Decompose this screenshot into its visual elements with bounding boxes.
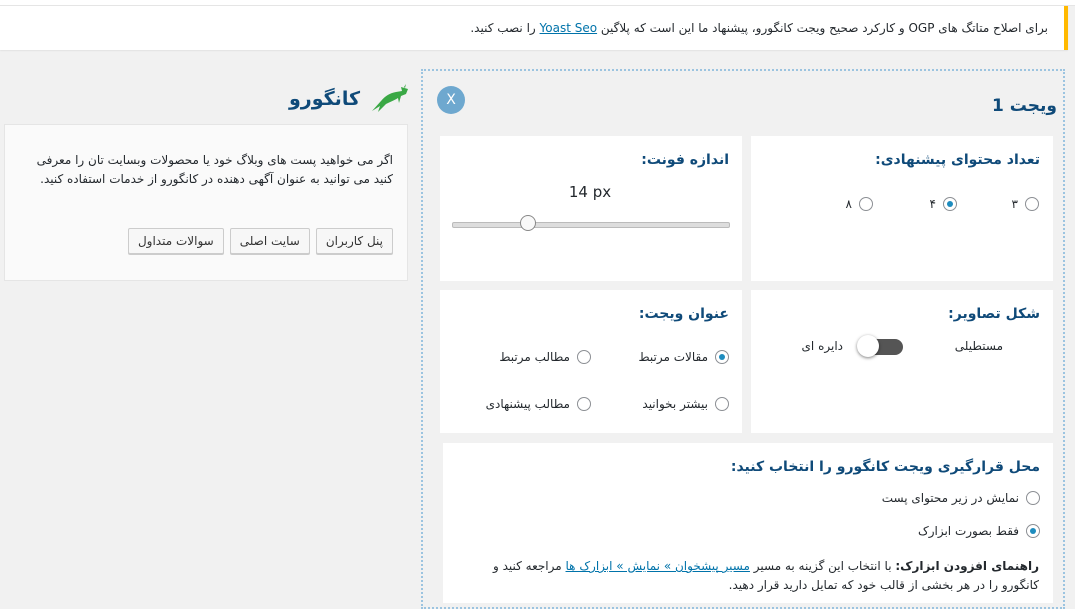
kangaroo-icon bbox=[372, 84, 408, 112]
count-option-4[interactable]: ۴ bbox=[930, 197, 957, 211]
placement-label-widget-only: فقط بصورت ابزارک bbox=[917, 524, 1019, 538]
count-label-8: ۸ bbox=[845, 197, 852, 211]
notice-text-before: برای اصلاح متاتگ های OGP و کارکرد صحیح و… bbox=[600, 21, 1048, 35]
main-site-button[interactable]: سایت اصلی bbox=[229, 228, 310, 254]
heading-option-suggested[interactable]: مطالب پیشنهادی bbox=[486, 397, 591, 411]
guide-path-link[interactable]: مسیر پیشخوان » نمایش » ابزارک ها bbox=[566, 559, 750, 573]
guide-text-1: با انتخاب این گزینه به مسیر bbox=[753, 559, 892, 573]
image-shape-toggle[interactable] bbox=[857, 335, 903, 357]
count-option-8[interactable]: ۸ bbox=[846, 197, 873, 211]
count-radio-3[interactable] bbox=[1025, 197, 1039, 211]
image-shape-card: شکل تصاویر: مستطیلی دایره ای bbox=[751, 290, 1053, 433]
placement-option-widget-only[interactable]: فقط بصورت ابزارک bbox=[918, 524, 1040, 538]
count-label-4: ۴ bbox=[929, 197, 936, 211]
image-shape-title: شکل تصاویر: bbox=[948, 306, 1040, 322]
heading-option-related-posts[interactable]: مطالب مرتبط bbox=[499, 350, 591, 364]
heading-label-read-more: بیشتر بخوانید bbox=[642, 397, 708, 411]
placement-radio-below-post[interactable] bbox=[1026, 491, 1040, 505]
close-widget-button[interactable]: X bbox=[437, 86, 465, 114]
heading-radio-related-articles[interactable] bbox=[715, 350, 729, 364]
widget-heading-card: عنوان ویجت: مقالات مرتبط مطالب مرتبط بیش… bbox=[440, 290, 742, 433]
promo-buttons: پنل کاربران سایت اصلی سوالات متداول bbox=[127, 228, 393, 254]
count-radio-4[interactable] bbox=[943, 197, 957, 211]
placement-card: محل قرارگیری ویجت کانگورو را انتخاب کنید… bbox=[443, 443, 1053, 603]
toggle-knob bbox=[857, 335, 879, 357]
shape-rect-label: مستطیلی bbox=[954, 339, 1003, 353]
placement-label-below-post: نمایش در زیر محتوای پست bbox=[881, 491, 1019, 505]
promo-card: اگر می خواهید پست های وبلاگ خود یا محصول… bbox=[4, 124, 408, 281]
count-title: تعداد محتوای پیشنهادی: bbox=[875, 152, 1040, 168]
count-card: تعداد محتوای پیشنهادی: ۳ ۴ ۸ bbox=[751, 136, 1053, 281]
font-size-value: 14 px bbox=[568, 183, 612, 201]
guide-title: راهنمای افزودن ابزارک: bbox=[895, 559, 1039, 573]
font-size-card: اندازه فونت: 14 px bbox=[440, 136, 742, 281]
heading-radio-related-posts[interactable] bbox=[577, 350, 591, 364]
yoast-seo-link[interactable]: Yoast Seo bbox=[540, 21, 598, 35]
heading-option-related-articles[interactable]: مقالات مرتبط bbox=[638, 350, 729, 364]
widget-title: ویجت 1 bbox=[992, 96, 1057, 116]
yoast-notice: برای اصلاح متاتگ های OGP و کارکرد صحیح و… bbox=[0, 6, 1068, 50]
heading-radio-suggested[interactable] bbox=[577, 397, 591, 411]
count-label-3: ۳ bbox=[1011, 197, 1018, 211]
heading-label-suggested: مطالب پیشنهادی bbox=[485, 397, 570, 411]
brand-header: کانگورو bbox=[289, 84, 410, 114]
heading-radio-read-more[interactable] bbox=[715, 397, 729, 411]
heading-option-read-more[interactable]: بیشتر بخوانید bbox=[642, 397, 729, 411]
heading-label-related-articles: مقالات مرتبط bbox=[638, 350, 708, 364]
widget-guide: راهنمای افزودن ابزارک: با انتخاب این گزی… bbox=[459, 557, 1039, 595]
widget-heading-title: عنوان ویجت: bbox=[638, 306, 729, 322]
notice-text-after: را نصب کنید. bbox=[470, 21, 536, 35]
promo-text: اگر می خواهید پست های وبلاگ خود یا محصول… bbox=[36, 153, 393, 186]
count-radio-8[interactable] bbox=[859, 197, 873, 211]
placement-option-below-post[interactable]: نمایش در زیر محتوای پست bbox=[882, 491, 1040, 505]
heading-label-related-posts: مطالب مرتبط bbox=[499, 350, 570, 364]
faq-button[interactable]: سوالات متداول bbox=[127, 228, 224, 254]
placement-radio-widget-only[interactable] bbox=[1026, 524, 1040, 538]
shape-circle-label: دایره ای bbox=[801, 339, 843, 353]
font-size-title: اندازه فونت: bbox=[641, 152, 729, 168]
count-option-3[interactable]: ۳ bbox=[1012, 197, 1039, 211]
font-size-slider-handle[interactable] bbox=[519, 215, 536, 231]
brand-name: کانگورو bbox=[288, 88, 360, 110]
users-panel-button[interactable]: پنل کاربران bbox=[315, 228, 393, 254]
font-size-slider-track[interactable] bbox=[452, 222, 730, 228]
placement-title: محل قرارگیری ویجت کانگورو را انتخاب کنید… bbox=[730, 459, 1040, 475]
